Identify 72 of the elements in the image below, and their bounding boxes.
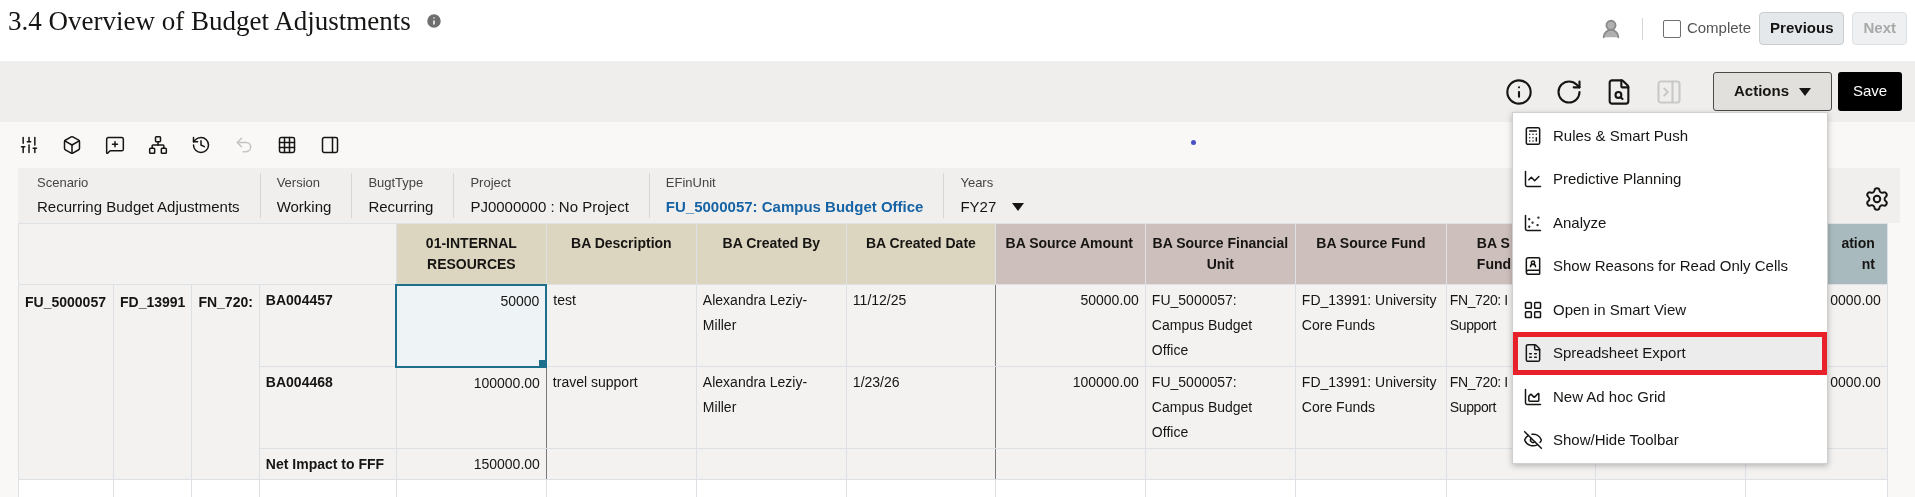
menu-item[interactable]: Show/Hide Toolbar bbox=[1513, 418, 1827, 462]
table-cell: 0000.00 bbox=[1830, 292, 1881, 308]
table-cell: test bbox=[553, 292, 576, 308]
table-cell: 50000.00 bbox=[1080, 292, 1139, 308]
table-cell: 150000.00 bbox=[473, 456, 540, 472]
table-cell: travel support bbox=[552, 374, 638, 390]
pov-value: PJ0000000 : No Project bbox=[470, 196, 629, 217]
info-icon[interactable] bbox=[1505, 77, 1533, 106]
history-icon[interactable] bbox=[191, 135, 211, 155]
table-cell: FN_720: I Support bbox=[1449, 292, 1508, 333]
checkbox-label: Complete bbox=[1686, 18, 1752, 39]
previous-button[interactable]: Previous bbox=[1759, 12, 1845, 45]
line-chart-icon bbox=[1523, 169, 1543, 190]
hierarchy-icon[interactable] bbox=[148, 135, 168, 155]
table-cell: FU_5000057: Campus Budget Office bbox=[1151, 374, 1253, 440]
row-member: FD_13991 bbox=[120, 294, 186, 310]
pov-label: Project bbox=[470, 174, 512, 192]
row-member: FN_720: bbox=[198, 294, 253, 310]
caret-icon bbox=[1799, 87, 1811, 96]
pov-value: Working bbox=[276, 196, 332, 217]
panel-icon[interactable] bbox=[320, 135, 340, 155]
fill-handle[interactable] bbox=[539, 359, 546, 366]
refresh-icon[interactable] bbox=[1555, 77, 1583, 106]
pov-label: BugtType bbox=[368, 174, 425, 192]
table-cell: Alexandra Leziy-Miller bbox=[702, 292, 808, 333]
table-cell: FD_13991: University Core Funds bbox=[1301, 292, 1437, 333]
table-cell: FN_720: I Support bbox=[1449, 374, 1508, 415]
menu-item[interactable]: Predictive Planning bbox=[1513, 157, 1827, 201]
pov-label: Version bbox=[276, 174, 321, 192]
book-user-icon bbox=[1523, 256, 1543, 277]
table-cell: 1/23/26 bbox=[852, 374, 900, 390]
pov-label: EFinUnit bbox=[665, 174, 717, 192]
comment-plus-icon[interactable] bbox=[105, 135, 125, 155]
menu-item[interactable]: Analyze bbox=[1513, 201, 1827, 245]
row-header: BA004457 bbox=[265, 292, 333, 308]
settings-icon[interactable] bbox=[1864, 185, 1890, 212]
table-cell: 11/12/25 bbox=[852, 292, 907, 308]
grid-icon[interactable] bbox=[277, 135, 297, 155]
save-button[interactable]: Save bbox=[1838, 72, 1902, 111]
spreadsheet-icon bbox=[1523, 343, 1543, 364]
calculator-icon bbox=[1523, 125, 1543, 146]
area-chart-icon bbox=[1523, 386, 1543, 407]
pov-label: Scenario bbox=[37, 174, 90, 192]
box-icon[interactable] bbox=[62, 135, 82, 155]
complete-checkbox[interactable] bbox=[1662, 19, 1681, 38]
menu-item[interactable]: Spreadsheet Export bbox=[1513, 331, 1827, 375]
pov-link[interactable]: FU_5000057: Campus Budget Office bbox=[665, 195, 924, 218]
row-member: FU_5000057 bbox=[25, 294, 106, 310]
table-cell: FD_13991: University Core Funds bbox=[1301, 374, 1437, 415]
caret-icon bbox=[1012, 202, 1025, 211]
menu-item[interactable]: New Ad hoc Grid bbox=[1513, 375, 1827, 419]
table-cell: 100000.00 bbox=[1072, 374, 1139, 390]
menu-item[interactable]: Rules & Smart Push bbox=[1513, 114, 1827, 158]
menu-item[interactable]: Open in Smart View bbox=[1513, 288, 1827, 332]
actions-button[interactable]: Actions bbox=[1713, 72, 1832, 111]
pov-label: Years bbox=[960, 174, 995, 192]
row-header: Net Impact to FFF bbox=[265, 456, 385, 472]
table-cell: 0000.00 bbox=[1830, 374, 1881, 390]
menu-item[interactable]: Show Reasons for Read Only Cells bbox=[1513, 244, 1827, 288]
table-cell: Alexandra Leziy-Miller bbox=[702, 374, 808, 415]
scatter-chart-icon bbox=[1523, 212, 1543, 233]
pov-value: Recurring bbox=[368, 196, 434, 217]
table-cell: FU_5000057: Campus Budget Office bbox=[1151, 292, 1253, 358]
sliders-icon[interactable] bbox=[19, 135, 39, 155]
eye-off-icon bbox=[1523, 430, 1543, 451]
grid-icon bbox=[1523, 299, 1543, 320]
row-header: BA004468 bbox=[265, 374, 333, 390]
table-cell: 50000 bbox=[500, 292, 540, 309]
page-title: 3.4 Overview of Budget Adjustments bbox=[8, 6, 411, 36]
table-cell: 100000.00 bbox=[473, 374, 540, 391]
pov-value: Recurring Budget Adjustments bbox=[37, 196, 240, 217]
pov-dropdown[interactable]: FY27 bbox=[960, 195, 1025, 218]
